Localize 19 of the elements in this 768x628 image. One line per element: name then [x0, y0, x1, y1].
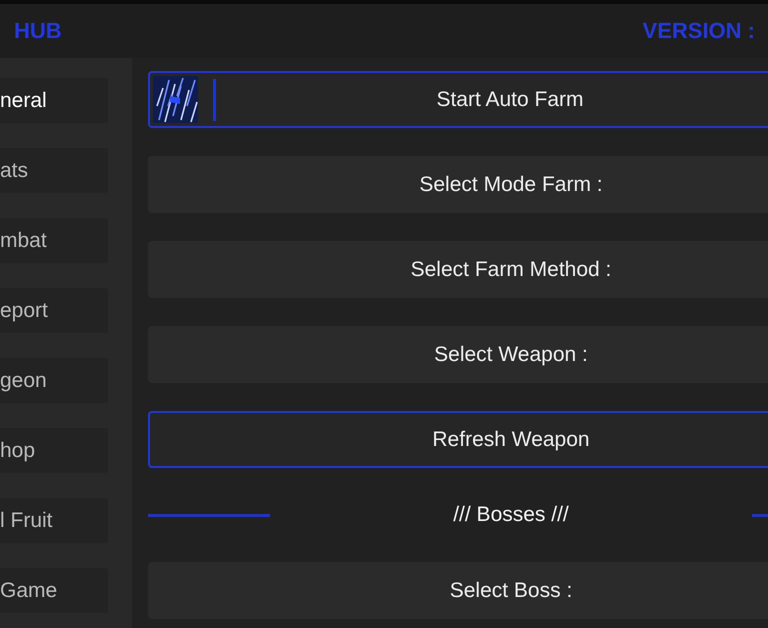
version-label: VERSION : [642, 18, 755, 44]
sidebar-tab[interactable]: l Fruit [0, 498, 108, 543]
sidebar-tab[interactable]: mbat [0, 218, 108, 263]
hub-title: HUB [14, 18, 62, 44]
section-heading: /// Bosses /// [453, 503, 569, 527]
sidebar-tab[interactable]: hop [0, 428, 108, 473]
action-button[interactable]: Refresh Weapon [148, 411, 768, 468]
select-dropdown[interactable]: Select Boss : [148, 562, 768, 619]
sidebar-tab[interactable]: neral [0, 78, 108, 123]
sidebar-tab[interactable]: Game [0, 568, 108, 613]
sidebar-tab[interactable]: eport [0, 288, 108, 333]
select-dropdown[interactable]: Select Farm Method : [148, 241, 768, 298]
select-dropdown[interactable]: Select Mode Farm : [148, 156, 768, 213]
accent-bar [213, 78, 216, 120]
auto-farm-toggle[interactable]: Start Auto Farm [148, 71, 768, 128]
rain-streaks-icon [153, 76, 198, 123]
sidebar-tab[interactable]: geon [0, 358, 108, 403]
sidebar-tab[interactable]: ats [0, 148, 108, 193]
select-dropdown[interactable]: Select Weapon : [148, 326, 768, 383]
